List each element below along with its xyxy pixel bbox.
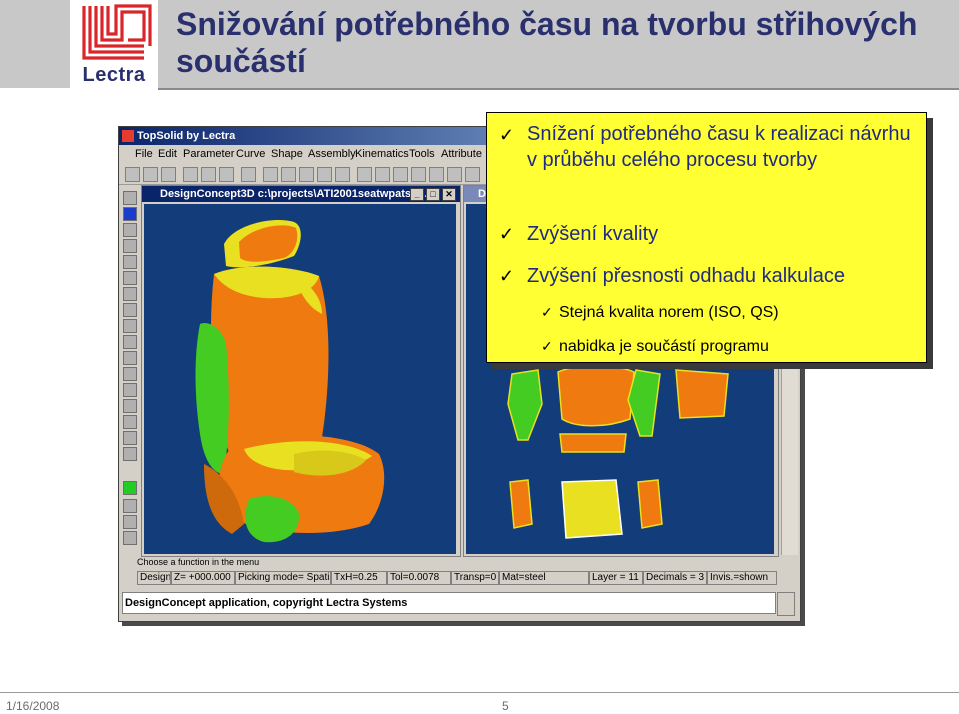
- tool-9-icon[interactable]: [123, 319, 137, 333]
- left-toolbox: [121, 185, 139, 545]
- tool-19-icon[interactable]: [123, 515, 137, 529]
- tool-7-icon[interactable]: [123, 287, 137, 301]
- close-button[interactable]: ✕: [442, 188, 456, 201]
- toolbar-frame-icon[interactable]: [375, 167, 390, 182]
- doc1-title-bar[interactable]: DesignConcept3D c:\projects\ATI2001seatw…: [142, 186, 460, 202]
- bullet-quality: Zvýšení kvality: [527, 223, 659, 245]
- toolbar-undo-icon[interactable]: [241, 167, 256, 182]
- tool-color-icon[interactable]: [123, 481, 137, 495]
- maximize-button[interactable]: □: [426, 188, 440, 201]
- check-mark-icon: ✓: [499, 224, 515, 244]
- toolbar-print-icon[interactable]: [183, 167, 198, 182]
- bullet-time-reduction: Snížení potřebného času k realizaci návr…: [527, 123, 911, 171]
- tool-11-icon[interactable]: [123, 351, 137, 365]
- slide-title: Snižování potřebného času na tvorbu stři…: [176, 6, 918, 79]
- toolbar-arc-icon[interactable]: [429, 167, 444, 182]
- tool-3-icon[interactable]: [123, 223, 137, 237]
- tool-10-icon[interactable]: [123, 335, 137, 349]
- footer-divider: [0, 692, 959, 693]
- status-field: Transp=0: [451, 571, 499, 585]
- status-field: Mat=steel: [499, 571, 589, 585]
- menu-shape[interactable]: Shape: [271, 148, 303, 160]
- doc1-title: DesignConcept3D c:\projects\ATI2001seatw…: [160, 188, 434, 200]
- car-seat-3d-model: [195, 220, 385, 543]
- status-field: Picking mode= Spatial: [235, 571, 331, 585]
- toolbar-cup-icon[interactable]: [281, 167, 296, 182]
- sub-bullet-offer: nabidka je součástí programu: [559, 338, 769, 355]
- toolbar-new-icon[interactable]: [125, 167, 140, 182]
- tool-14-icon[interactable]: [123, 399, 137, 413]
- check-mark-icon: ✓: [499, 266, 515, 286]
- check-mark-icon: ✓: [541, 338, 553, 354]
- app-title: TopSolid by Lectra: [137, 130, 236, 142]
- toolbar-grid-icon[interactable]: [335, 167, 350, 182]
- minimize-button[interactable]: _: [410, 188, 424, 201]
- menu-file[interactable]: File: [135, 148, 153, 160]
- status-bar: DesignC Z= +000.000 Picking mode= Spatia…: [137, 571, 777, 585]
- status-field: Tol=0.0078: [387, 571, 451, 585]
- toolbar-line-icon[interactable]: [393, 167, 408, 182]
- menu-tools[interactable]: Tools: [409, 148, 435, 160]
- menu-attribute[interactable]: Attribute: [441, 148, 482, 160]
- menu-curve[interactable]: Curve: [236, 148, 265, 160]
- menu-parameter[interactable]: Parameter: [183, 148, 234, 160]
- check-mark-icon: ✓: [499, 125, 515, 145]
- benefits-callout: ✓ Snížení potřebného času k realizaci ná…: [486, 112, 927, 363]
- toolbar-copy-icon[interactable]: [219, 167, 234, 182]
- page-number: 5: [502, 699, 509, 713]
- menu-edit[interactable]: Edit: [158, 148, 177, 160]
- tool-13-icon[interactable]: [123, 383, 137, 397]
- status-message: Choose a function in the menu: [137, 557, 260, 567]
- toolbar-circle-icon[interactable]: [411, 167, 426, 182]
- tool-18-icon[interactable]: [123, 499, 137, 513]
- check-mark-icon: ✓: [541, 304, 553, 320]
- toolbar-open-icon[interactable]: [143, 167, 158, 182]
- tool-8-icon[interactable]: [123, 303, 137, 317]
- tool-12-icon[interactable]: [123, 367, 137, 381]
- menu-kinematics[interactable]: Kinematics: [355, 148, 409, 160]
- tool-5-icon[interactable]: [123, 255, 137, 269]
- toolbar-cut-icon[interactable]: [201, 167, 216, 182]
- lectra-logo: Lectra: [70, 0, 158, 88]
- toolbar-curve-icon[interactable]: [465, 167, 480, 182]
- toolbar-shape-icon[interactable]: [317, 167, 332, 182]
- tool-20-icon[interactable]: [123, 531, 137, 545]
- footer-date: 1/16/2008: [6, 699, 60, 713]
- console-scrollbar[interactable]: [777, 592, 795, 616]
- status-field: Z= +000.000: [171, 571, 235, 585]
- document-window-3d: DesignConcept3D c:\projects\ATI2001seatw…: [141, 185, 461, 557]
- tool-2-icon[interactable]: [123, 207, 137, 221]
- toolbar-save-icon[interactable]: [161, 167, 176, 182]
- tool-1-icon[interactable]: [123, 191, 137, 205]
- toolbar-bucket-icon[interactable]: [263, 167, 278, 182]
- bullet-estimate-accuracy: Zvýšení přesnosti odhadu kalkulace: [527, 265, 845, 287]
- status-field: TxH=0.25: [331, 571, 387, 585]
- console-text: DesignConcept application, copyright Lec…: [125, 597, 408, 609]
- tool-17-icon[interactable]: [123, 447, 137, 461]
- tool-16-icon[interactable]: [123, 431, 137, 445]
- app-icon: [122, 130, 134, 142]
- header-divider: [158, 88, 959, 90]
- 3d-viewport[interactable]: [144, 204, 456, 554]
- menu-assembly[interactable]: Assembly: [308, 148, 356, 160]
- status-field: DesignC: [137, 571, 171, 585]
- status-field: Invis.=shown: [707, 571, 777, 585]
- toolbar-select-icon[interactable]: [357, 167, 372, 182]
- tool-15-icon[interactable]: [123, 415, 137, 429]
- tool-4-icon[interactable]: [123, 239, 137, 253]
- logo-wordmark: Lectra: [82, 64, 146, 86]
- toolbar-block-icon[interactable]: [299, 167, 314, 182]
- doc2-title: D: [478, 188, 486, 200]
- lectra-logo-mark: [82, 4, 152, 60]
- toolbar-angle-icon[interactable]: [447, 167, 462, 182]
- status-field: Layer = 11: [589, 571, 643, 585]
- console-output[interactable]: DesignConcept application, copyright Lec…: [122, 592, 776, 614]
- tool-6-icon[interactable]: [123, 271, 137, 285]
- sub-bullet-iso: Stejná kvalita norem (ISO, QS): [559, 304, 779, 321]
- status-field: Decimals = 3: [643, 571, 707, 585]
